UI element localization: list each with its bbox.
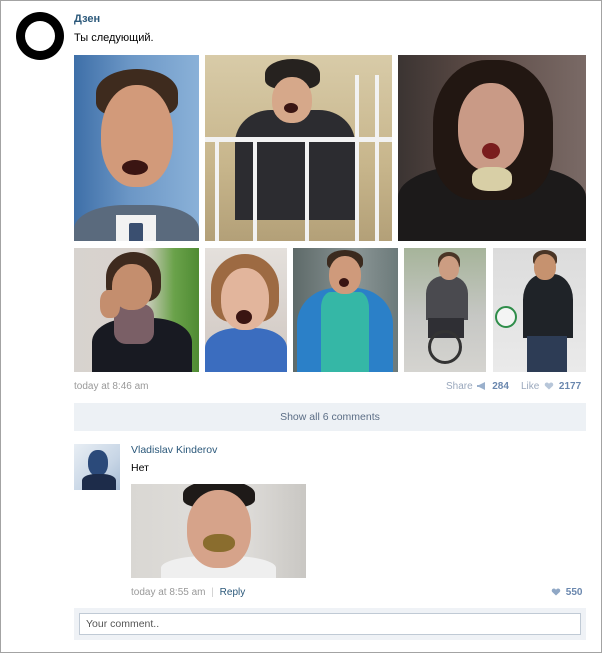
commenter-avatar[interactable] <box>74 444 120 490</box>
heart-icon <box>551 588 561 596</box>
post-timestamp[interactable]: today at 8:46 am <box>74 381 149 392</box>
comment-footer: today at 8:55 am | Reply <box>131 587 245 598</box>
reply-link[interactable]: Reply <box>220 587 246 598</box>
comment-like-button[interactable]: 550 <box>549 587 582 598</box>
post-photo-4[interactable] <box>74 248 199 372</box>
like-count: 2177 <box>558 381 582 392</box>
comment-like-count: 550 <box>565 587 583 598</box>
post-author-link[interactable]: Дзен <box>74 13 100 25</box>
comment-text: Нет <box>131 462 149 474</box>
comment-timestamp[interactable]: today at 8:55 am <box>131 587 206 598</box>
comment-photo[interactable] <box>131 484 306 578</box>
post-photo-3[interactable] <box>398 55 586 241</box>
post-photo-2[interactable] <box>205 55 392 241</box>
post-photo-7[interactable] <box>404 248 486 372</box>
post-photo-1[interactable] <box>74 55 199 241</box>
like-button[interactable]: Like 2177 <box>521 381 581 392</box>
group-avatar[interactable] <box>16 12 64 60</box>
comment-input[interactable] <box>79 613 581 635</box>
heart-icon <box>544 382 554 390</box>
megaphone-icon <box>477 382 486 390</box>
comment-separator: | <box>211 587 214 598</box>
post-photo-6[interactable] <box>293 248 398 372</box>
show-all-comments-button[interactable]: Show all 6 comments <box>74 403 586 431</box>
like-label: Like <box>521 381 540 392</box>
share-count: 284 <box>492 381 509 392</box>
post-text: Ты следующий. <box>74 32 154 44</box>
post-photo-8[interactable] <box>493 248 586 372</box>
post-photo-5[interactable] <box>205 248 287 372</box>
share-button[interactable]: Share 284 <box>446 381 509 392</box>
share-label: Share <box>446 381 473 392</box>
comment-box <box>74 608 586 640</box>
commenter-name-link[interactable]: Vladislav Kinderov <box>131 444 217 456</box>
